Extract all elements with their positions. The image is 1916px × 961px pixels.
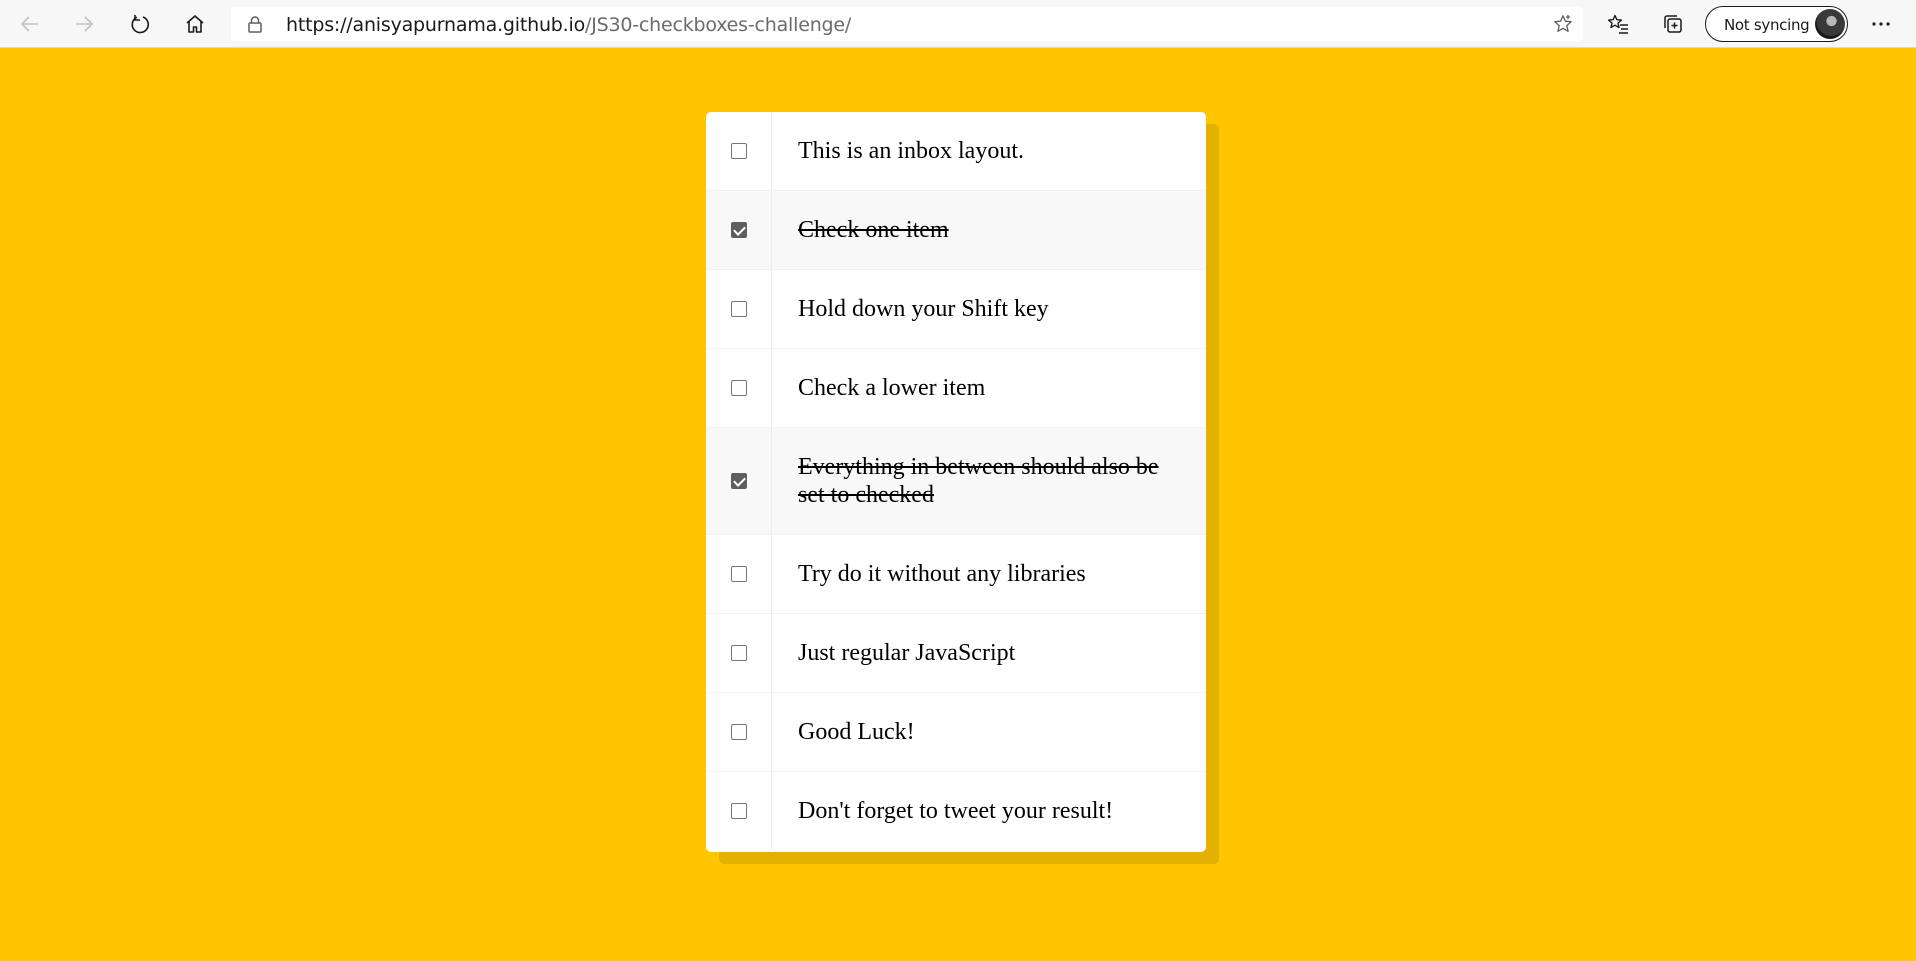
item-checkbox[interactable] [731,645,747,661]
url-path: /JS30-checkboxes-challenge/ [585,14,852,36]
item-label: This is an inbox layout. [798,138,1024,164]
url-text: https://anisyapurnama.github.io/JS30-che… [286,15,851,35]
forward-button[interactable] [66,8,102,40]
list-item[interactable]: This is an inbox layout. [706,112,1206,191]
inbox-list: This is an inbox layout. Check one item … [706,112,1206,852]
item-checkbox[interactable] [731,473,747,489]
url-host: https://anisyapurnama.github.io [286,14,585,36]
item-label: Don't forget to tweet your result! [798,798,1114,824]
list-item[interactable]: Hold down your Shift key [706,270,1206,349]
item-checkbox[interactable] [731,143,747,159]
item-label: Check a lower item [798,375,986,401]
list-item[interactable]: Just regular JavaScript [706,614,1206,693]
refresh-icon [131,15,150,34]
list-item[interactable]: Check a lower item [706,349,1206,428]
item-label: Everything in between should also be set… [798,454,1159,508]
lock-icon [247,15,263,38]
item-label: Try do it without any libraries [798,561,1086,587]
collections-button[interactable] [1655,8,1691,40]
item-checkbox[interactable] [731,803,747,819]
item-checkbox[interactable] [731,222,747,238]
add-favorite-icon[interactable] [1553,14,1573,39]
list-item[interactable]: Check one item [706,191,1206,270]
item-label: Hold down your Shift key [798,296,1049,322]
browser-toolbar: https://anisyapurnama.github.io/JS30-che… [0,0,1916,48]
item-checkbox[interactable] [731,724,747,740]
favorites-button[interactable] [1600,8,1636,40]
collections-icon [1664,15,1682,33]
home-icon [186,15,204,33]
list-item[interactable]: Good Luck! [706,693,1206,772]
favorites-list-icon [1607,14,1628,34]
home-button[interactable] [177,8,213,40]
sync-status-label: Not syncing [1724,16,1810,34]
avatar [1815,9,1845,39]
item-checkbox[interactable] [731,566,747,582]
list-item[interactable]: Try do it without any libraries [706,535,1206,614]
arrow-right-icon [76,16,94,32]
profile-sync-button[interactable]: Not syncing [1705,6,1848,42]
item-checkbox[interactable] [731,380,747,396]
settings-menu-button[interactable] [1863,8,1899,40]
more-dots-icon [1872,22,1890,26]
list-item[interactable]: Everything in between should also be set… [706,428,1206,535]
item-label: Check one item [798,217,949,243]
item-label: Good Luck! [798,719,915,745]
item-label: Just regular JavaScript [798,640,1016,666]
arrow-left-icon [20,16,38,32]
address-bar[interactable]: https://anisyapurnama.github.io/JS30-che… [231,7,1583,41]
item-checkbox[interactable] [731,301,747,317]
back-button[interactable] [12,8,48,40]
list-item[interactable]: Don't forget to tweet your result! [706,772,1206,850]
refresh-button[interactable] [122,8,158,40]
